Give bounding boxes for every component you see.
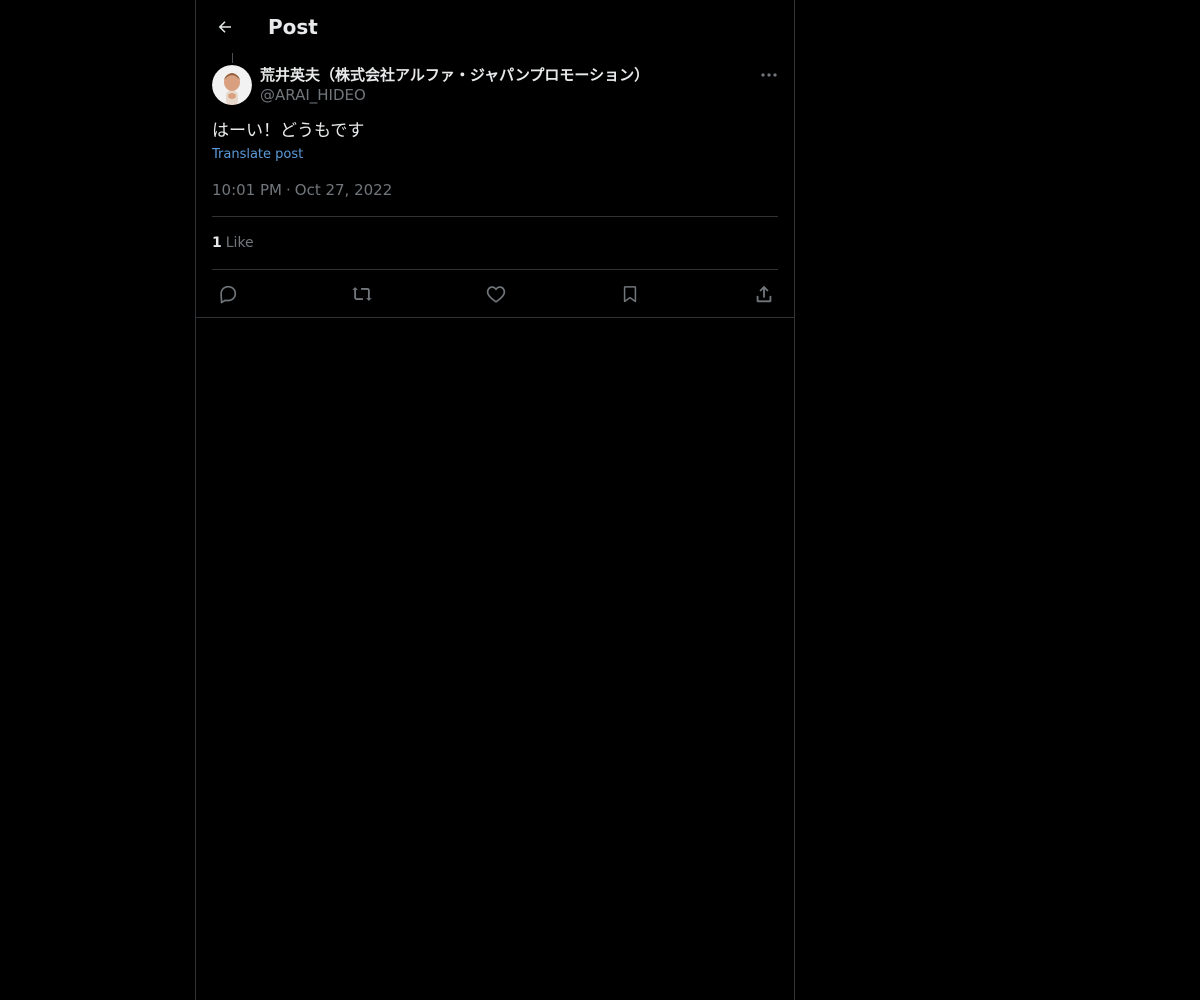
divider (212, 216, 778, 217)
share-button[interactable] (751, 281, 777, 307)
post-timestamp: 10:01 PM · Oct 27, 2022 (212, 180, 392, 200)
translate-post-link[interactable]: Translate post (212, 146, 303, 164)
arrow-left-icon (218, 21, 231, 33)
more-horizontal-icon (761, 73, 777, 77)
back-button[interactable] (208, 10, 242, 44)
page-header: Post (196, 0, 794, 53)
timestamp-separator: · (285, 181, 291, 199)
heart-icon (486, 286, 506, 303)
likes-count: 1 (212, 235, 222, 251)
more-options-button[interactable] (754, 64, 784, 86)
page-title: Post (268, 15, 318, 39)
post-date[interactable]: Oct 27, 2022 (295, 181, 393, 199)
author-handle[interactable]: @ARAI_HIDEO (260, 86, 366, 105)
share-icon (756, 285, 772, 303)
post-bottom-border (196, 317, 794, 318)
like-button[interactable] (483, 281, 509, 307)
repost-button[interactable] (349, 281, 375, 307)
bookmark-icon (623, 286, 637, 303)
bookmark-button[interactable] (617, 281, 643, 307)
reply-icon (220, 285, 237, 304)
thread-connector (232, 53, 233, 63)
avatar-photo (212, 65, 252, 105)
avatar[interactable] (212, 65, 252, 105)
divider (212, 269, 778, 270)
reply-button[interactable] (215, 281, 241, 307)
likes-label: Like (225, 235, 254, 251)
post-text: はーい！どうもです (212, 121, 365, 141)
post-time[interactable]: 10:01 PM (212, 181, 282, 199)
author-display-name[interactable]: 荒井英夫（株式会社アルファ・ジャパンプロモーション） (260, 66, 649, 85)
repost-icon (352, 287, 372, 301)
likes-summary[interactable]: 1 Like (212, 233, 254, 253)
post-detail-column: Post 荒井英夫（株式会社アルファ・ジャパンプロモーション） @ARAI_HI… (195, 0, 795, 1000)
